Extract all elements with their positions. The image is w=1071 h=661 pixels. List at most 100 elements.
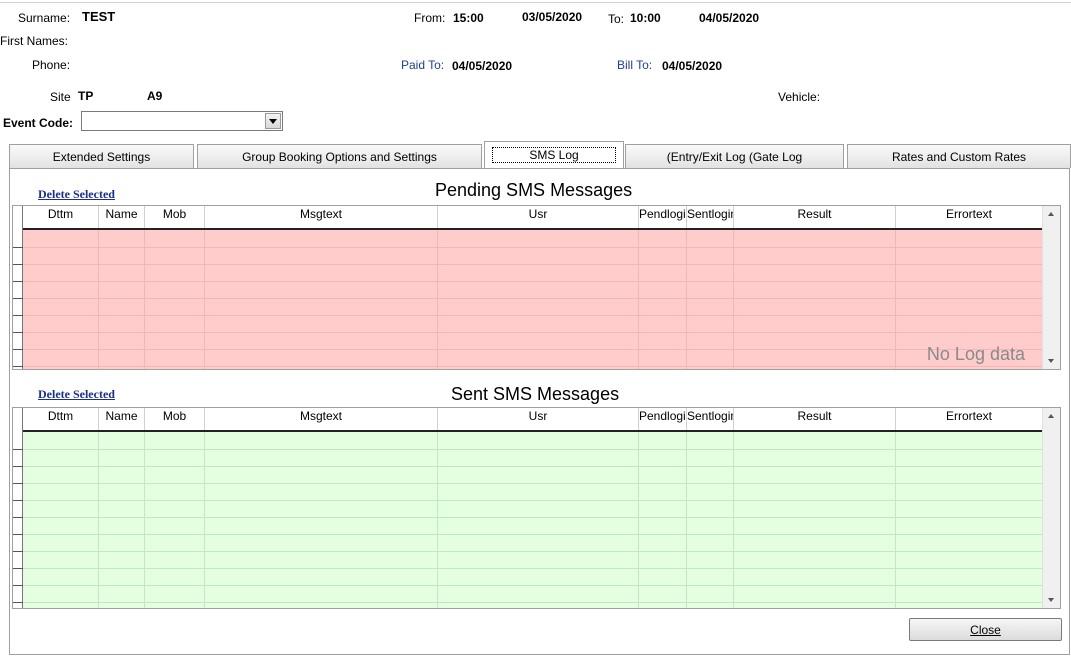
table-row xyxy=(23,602,1043,603)
tab-label: (Entry/Exit Log (Gate Log xyxy=(666,149,803,164)
row-header-tick xyxy=(13,602,23,603)
grid-body xyxy=(23,432,1043,608)
vertical-scrollbar[interactable] xyxy=(1042,206,1060,369)
table-row xyxy=(23,366,1043,367)
table-row xyxy=(23,568,1043,569)
grid-body: No Log data xyxy=(23,230,1043,369)
vertical-scrollbar[interactable] xyxy=(1042,408,1060,608)
row-header-tick xyxy=(13,483,23,484)
pending-title: Pending SMS Messages xyxy=(435,180,633,200)
table-row xyxy=(23,483,1043,484)
column-header[interactable]: Result xyxy=(734,206,896,228)
tab-label: SMS Log xyxy=(492,147,616,163)
row-header-tick xyxy=(13,332,23,333)
bill-to-label: Bill To: xyxy=(617,58,653,72)
row-header-tick xyxy=(13,517,23,518)
from-label: From: xyxy=(414,11,446,25)
from-time: 15:00 xyxy=(453,11,484,25)
grid-column-line xyxy=(144,432,145,608)
to-label: To: xyxy=(608,12,625,26)
tab-group-booking-options[interactable]: Group Booking Options and Settings xyxy=(197,144,482,168)
grid-header: DttmNameMobMsgtextUsrPendloginSentloginR… xyxy=(23,206,1043,230)
row-header-tick xyxy=(13,281,23,282)
surname-value: TEST xyxy=(82,9,116,24)
site-number: A9 xyxy=(147,89,163,103)
tab-label: Rates and Custom Rates xyxy=(891,149,1027,164)
chevron-down-icon xyxy=(269,118,277,124)
row-header-tick xyxy=(13,264,23,265)
tab-rates-custom-rates[interactable]: Rates and Custom Rates xyxy=(847,144,1071,168)
row-header-tick xyxy=(13,366,23,367)
row-header-tick xyxy=(13,534,23,535)
tab-label: Group Booking Options and Settings xyxy=(242,149,437,164)
table-row xyxy=(23,449,1043,450)
grid-column-line xyxy=(98,432,99,608)
grid-column-line xyxy=(895,432,896,608)
row-header-tick xyxy=(13,449,23,450)
column-header[interactable]: Errortext xyxy=(896,408,1043,430)
column-header[interactable]: Sentlogin xyxy=(687,206,734,228)
column-header[interactable]: Msgtext xyxy=(205,408,438,430)
column-header[interactable]: Dttm xyxy=(23,408,99,430)
column-header[interactable]: Sentlogin xyxy=(687,408,734,430)
table-row xyxy=(23,298,1043,299)
table-row xyxy=(23,500,1043,501)
column-header[interactable]: Pendlogin xyxy=(639,206,687,228)
table-row xyxy=(23,466,1043,467)
column-header[interactable]: Pendlogin xyxy=(639,408,687,430)
sent-messages-grid[interactable]: DttmNameMobMsgtextUsrPendloginSentloginR… xyxy=(12,407,1061,609)
event-code-label: Event Code: xyxy=(3,116,74,130)
table-row xyxy=(23,517,1043,518)
column-header[interactable]: Name xyxy=(99,206,145,228)
event-code-select[interactable] xyxy=(81,111,283,131)
tab-sms-log[interactable]: SMS Log xyxy=(484,141,624,168)
row-header-strip xyxy=(13,408,23,608)
row-header-strip xyxy=(13,206,23,369)
site-code: TP xyxy=(78,89,94,103)
column-header[interactable]: Mob xyxy=(145,408,205,430)
row-header-tick xyxy=(13,315,23,316)
column-header[interactable]: Dttm xyxy=(23,206,99,228)
column-header[interactable]: Usr xyxy=(438,408,639,430)
table-row xyxy=(23,315,1043,316)
tab-entry-exit-log[interactable]: (Entry/Exit Log (Gate Log xyxy=(625,144,844,168)
sent-delete-selected-link[interactable]: Delete Selected xyxy=(38,387,115,402)
grid-column-line xyxy=(638,432,639,608)
table-row xyxy=(23,247,1043,248)
row-header-tick xyxy=(13,349,23,350)
column-header[interactable]: Mob xyxy=(145,206,205,228)
column-header[interactable]: Usr xyxy=(438,206,639,228)
table-row xyxy=(23,534,1043,535)
surname-label: Surname: xyxy=(18,11,71,25)
row-header-tick xyxy=(13,298,23,299)
row-header-tick xyxy=(13,500,23,501)
bill-to-value: 04/05/2020 xyxy=(662,59,723,73)
row-header-tick xyxy=(13,466,23,467)
site-label: Site xyxy=(50,90,71,104)
to-time: 10:00 xyxy=(630,11,661,25)
pending-delete-selected-link[interactable]: Delete Selected xyxy=(38,187,115,202)
scroll-down-arrow-icon[interactable] xyxy=(1048,359,1054,363)
vehicle-label: Vehicle: xyxy=(778,90,821,104)
grid-column-line xyxy=(437,432,438,608)
scroll-up-arrow-icon[interactable] xyxy=(1048,414,1054,418)
scroll-down-arrow-icon[interactable] xyxy=(1048,598,1054,602)
column-header[interactable]: Result xyxy=(734,408,896,430)
close-button[interactable]: Close xyxy=(909,618,1062,641)
first-names-label: First Names: xyxy=(0,34,69,48)
row-header-tick xyxy=(13,585,23,586)
paid-to-label: Paid To: xyxy=(401,58,445,72)
column-header[interactable]: Name xyxy=(99,408,145,430)
column-header[interactable]: Errortext xyxy=(896,206,1043,228)
tab-label: Extended Settings xyxy=(52,149,151,164)
tab-extended-settings[interactable]: Extended Settings xyxy=(9,144,194,168)
table-row xyxy=(23,264,1043,265)
top-border xyxy=(0,2,1071,3)
event-code-dropdown-button[interactable] xyxy=(265,113,281,129)
pending-messages-grid[interactable]: DttmNameMobMsgtextUsrPendloginSentloginR… xyxy=(12,205,1061,370)
table-row xyxy=(23,332,1043,333)
scroll-up-arrow-icon[interactable] xyxy=(1048,212,1054,216)
close-button-label: Close xyxy=(970,622,1001,637)
row-header-tick xyxy=(13,247,23,248)
column-header[interactable]: Msgtext xyxy=(205,206,438,228)
